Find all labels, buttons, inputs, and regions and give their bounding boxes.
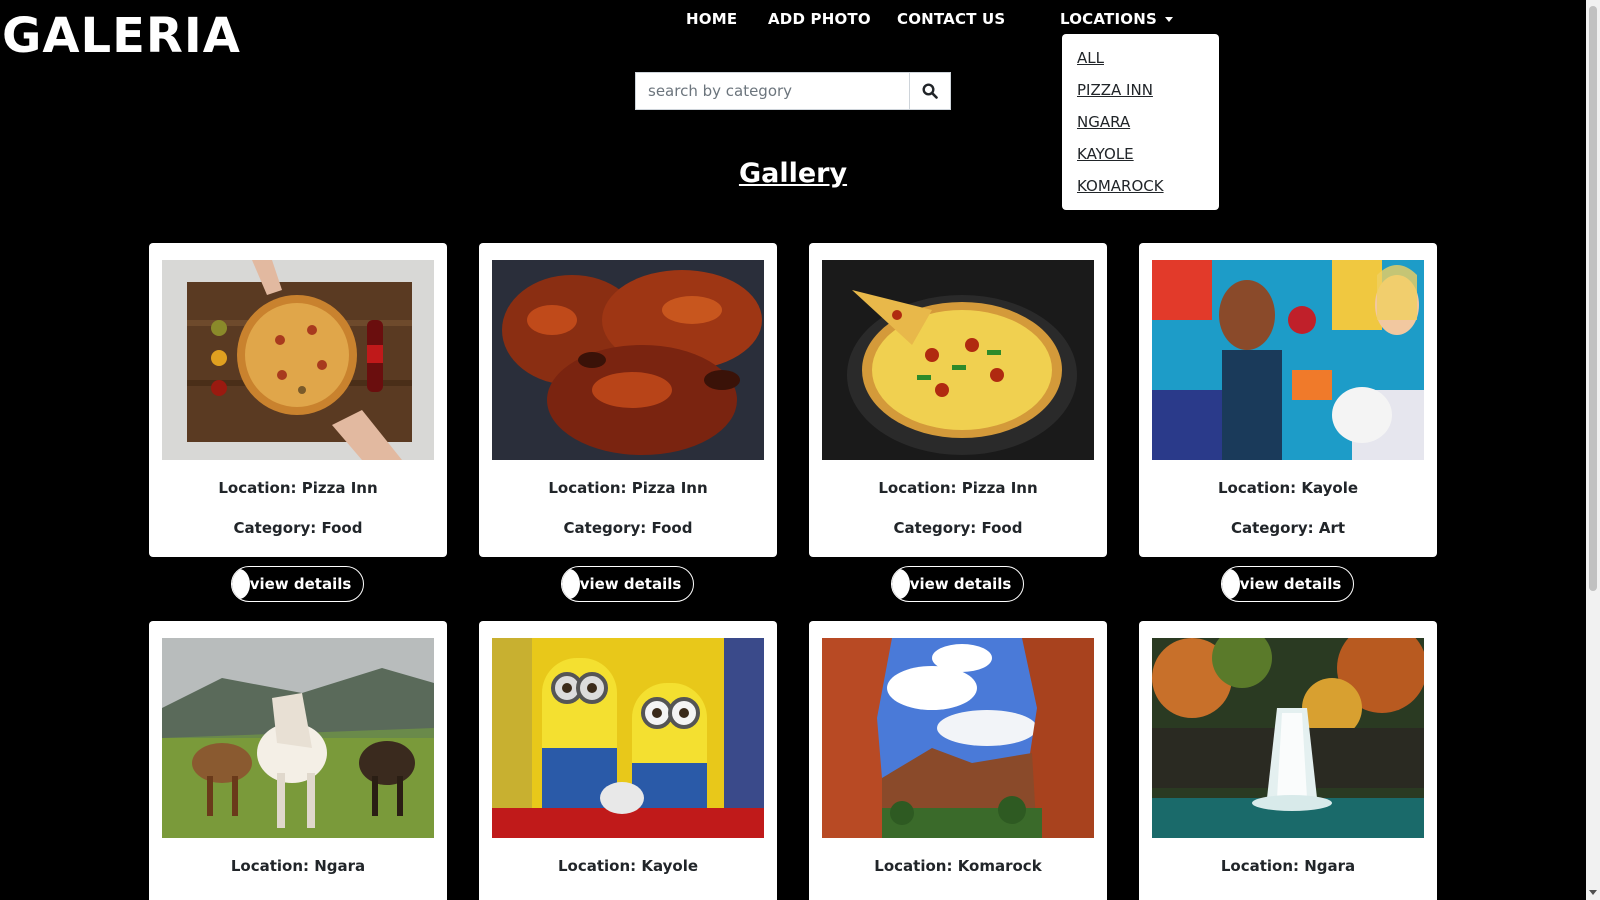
search-button[interactable] xyxy=(909,72,951,110)
canyon-photo[interactable] xyxy=(822,638,1094,838)
card-category: Category: Food xyxy=(893,519,1023,537)
card-location: Location: Pizza Inn xyxy=(878,479,1038,497)
gallery-heading: Gallery xyxy=(738,158,848,189)
card-location: Location: Ngara xyxy=(230,857,366,875)
gallery-card: Location: Komarock xyxy=(809,621,1107,900)
gallery-card: Location: Ngara xyxy=(1139,621,1437,900)
nav-add-photo[interactable]: ADD PHOTO xyxy=(768,10,871,28)
gallery-card: Location: Kayole xyxy=(479,621,777,900)
card-location: Location: Pizza Inn xyxy=(218,479,378,497)
scroll-down-arrow-icon[interactable] xyxy=(1589,890,1597,895)
view-details-label: view details xyxy=(1239,575,1342,593)
view-details-button[interactable]: view details xyxy=(1221,566,1354,602)
gallery-card: Location: Ngara xyxy=(149,621,447,900)
card-category: Category: Food xyxy=(563,519,693,537)
waterfall-photo[interactable] xyxy=(1152,638,1424,838)
horses-photo[interactable] xyxy=(162,638,434,838)
gallery-card: Location: Pizza Inn Category: Food xyxy=(149,243,447,557)
pizza-pan-photo[interactable] xyxy=(822,260,1094,460)
nav-locations-label: LOCATIONS xyxy=(1060,10,1157,28)
card-category: Category: Food xyxy=(233,519,363,537)
card-location: Location: Pizza Inn xyxy=(548,479,708,497)
street-art-mural-photo[interactable] xyxy=(1152,260,1424,460)
nav-home[interactable]: HOME xyxy=(686,10,737,28)
card-location: Location: Kayole xyxy=(557,857,699,875)
view-details-button[interactable]: view details xyxy=(231,566,364,602)
main-nav: HOME ADD PHOTO CONTACT US LOCATIONS xyxy=(0,10,1600,32)
gallery-card: Location: Kayole Category: Art xyxy=(1139,243,1437,557)
page-scrollbar[interactable] xyxy=(1586,0,1600,900)
view-details-button[interactable]: view details xyxy=(561,566,694,602)
pizza-board-photo[interactable] xyxy=(162,260,434,460)
view-details-label: view details xyxy=(249,575,352,593)
nav-contact-us[interactable]: CONTACT US xyxy=(897,10,1005,28)
dropdown-item-all[interactable]: ALL xyxy=(1062,44,1219,76)
dropdown-item-pizza-inn[interactable]: PIZZA INN xyxy=(1062,76,1219,108)
card-location: Location: Kayole xyxy=(1217,479,1359,497)
scrollbar-thumb[interactable] xyxy=(1589,6,1597,591)
dropdown-item-ngara[interactable]: NGARA xyxy=(1062,108,1219,140)
gallery-card: Location: Pizza Inn Category: Food xyxy=(479,243,777,557)
gallery-card: Location: Pizza Inn Category: Food xyxy=(809,243,1107,557)
view-details-label: view details xyxy=(909,575,1012,593)
grilled-chicken-photo[interactable] xyxy=(492,260,764,460)
search-form xyxy=(635,72,951,110)
search-icon xyxy=(922,83,938,99)
caret-down-icon xyxy=(1164,16,1173,22)
view-details-label: view details xyxy=(579,575,682,593)
nav-locations-dropdown[interactable]: LOCATIONS xyxy=(1060,10,1173,28)
minions-photo[interactable] xyxy=(492,638,764,838)
card-location: Location: Ngara xyxy=(1220,857,1356,875)
card-category: Category: Art xyxy=(1230,519,1346,537)
search-input[interactable] xyxy=(635,72,909,110)
view-details-button[interactable]: view details xyxy=(891,566,1024,602)
card-location: Location: Komarock xyxy=(874,857,1042,875)
